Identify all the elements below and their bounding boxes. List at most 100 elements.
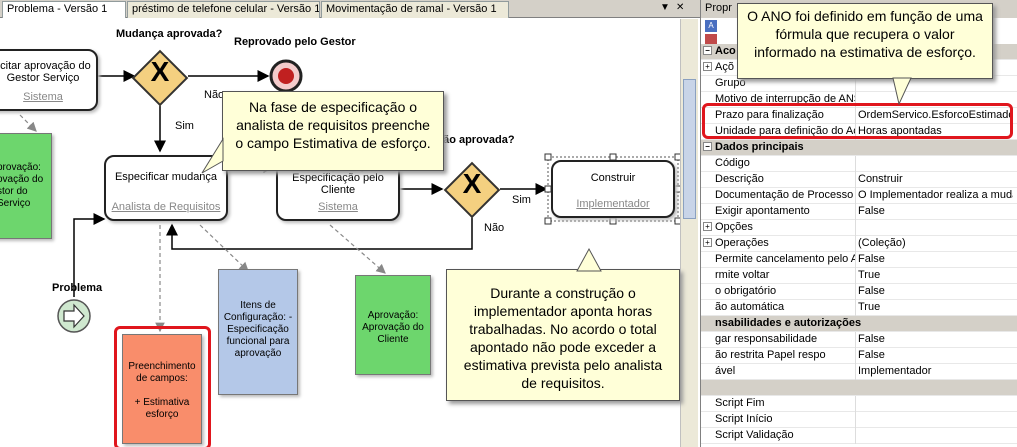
property-value[interactable]: False — [858, 333, 1013, 345]
properties-panel: Propr A − Aco + Açõ Grupo Motivo de interrupç… — [700, 0, 1017, 447]
property-value[interactable]: False — [858, 285, 1013, 297]
property-category[interactable]: − Dados principais — [701, 140, 1017, 156]
task-role: Sistema — [23, 91, 63, 103]
column-divider — [855, 188, 856, 204]
gateway-exclusive-icon: X — [462, 168, 482, 199]
property-name: Exigir apontamento — [715, 205, 810, 217]
property-name: Script Fim — [715, 397, 765, 409]
column-divider — [855, 300, 856, 316]
property-value[interactable]: False — [858, 349, 1013, 361]
task-title: licitar aprovação do Gestor Serviço — [0, 60, 91, 84]
column-divider — [855, 156, 856, 172]
callout-ano: O ANO foi definido em função de uma fórm… — [737, 3, 993, 79]
categorized-icon[interactable] — [705, 34, 717, 44]
property-row[interactable]: Documentação de Processo O Implementador … — [701, 188, 1017, 204]
column-divider — [855, 412, 856, 428]
flow-label-sim: Sim — [512, 194, 531, 206]
property-row[interactable]: Exigir apontamento False — [701, 204, 1017, 220]
property-row[interactable]: ável Implementador — [701, 364, 1017, 380]
tab-label: préstimo de telefone celular - Versão 1 — [132, 3, 320, 15]
property-value[interactable]: False — [858, 253, 1013, 265]
property-row[interactable]: o obrigatório False — [701, 284, 1017, 300]
property-row[interactable]: Permite cancelamento pelo Au False — [701, 252, 1017, 268]
flow-label-sim: Sim — [175, 120, 194, 132]
gateway-label: Mudança aprovada? — [116, 28, 223, 40]
artifact-text: Itens de Configuração: - Especificação f… — [223, 300, 293, 359]
close-tab-icon[interactable]: ✕ — [676, 2, 684, 13]
property-row[interactable]: Script Fim — [701, 396, 1017, 412]
property-name: ão automática — [715, 301, 785, 313]
flow-label-nao: Não — [484, 222, 505, 234]
task-title: Construir — [590, 172, 636, 184]
task-solicitar-aprovacao-gestor[interactable]: licitar aprovação do Gestor Serviço Sist… — [0, 49, 98, 111]
property-name: Código — [715, 157, 750, 169]
property-name: Script Validação — [715, 429, 794, 441]
property-name: Operações — [715, 237, 769, 249]
start-event-icon[interactable] — [58, 300, 90, 332]
process-diagram-canvas[interactable]: licitar aprovação do Gestor Serviço Sist… — [0, 19, 698, 447]
callout-construcao: Durante a construção o implementador apo… — [446, 269, 680, 401]
property-value[interactable]: (Coleção) — [858, 237, 1013, 249]
collapse-icon[interactable]: − — [703, 46, 712, 55]
property-name: Script Início — [715, 413, 773, 425]
tab-label: Movimentação de ramal - Versão 1 — [326, 3, 497, 15]
property-row[interactable]: Script Validação — [701, 428, 1017, 444]
collapse-icon[interactable]: − — [703, 142, 712, 151]
tab-movimentacao-ramal[interactable]: Movimentação de ramal - Versão 1 — [321, 1, 509, 18]
property-row[interactable]: + Opções — [701, 220, 1017, 236]
sort-icon[interactable]: A — [705, 20, 717, 32]
task-role: Analista de Requisitos — [111, 201, 221, 213]
property-row[interactable]: + Operações (Coleção) — [701, 236, 1017, 252]
column-divider — [855, 332, 856, 348]
property-row[interactable]: Descrição Construir — [701, 172, 1017, 188]
property-name: Documentação de Processo — [715, 189, 854, 201]
property-name: rmite voltar — [715, 269, 770, 281]
property-name: o obrigatório — [715, 285, 777, 297]
property-name: nsabilidades e autorizações — [715, 317, 862, 329]
tab-problema[interactable]: Problema - Versão 1 — [2, 1, 126, 18]
callout-text: Na fase de especificação o analista de r… — [235, 99, 431, 151]
callout-especificacao: Na fase de especificação o analista de r… — [222, 91, 444, 171]
property-value[interactable]: Implementador — [858, 365, 1013, 377]
property-row[interactable]: ão restrita Papel respo False — [701, 348, 1017, 364]
highlight-box-prazo — [702, 103, 1013, 139]
property-row[interactable]: Script Início — [701, 412, 1017, 428]
callout-text: Durante a construção o implementador apo… — [463, 285, 663, 391]
artifact-aprovacao-cliente[interactable]: Aprovação: Aprovação do Cliente — [355, 275, 431, 375]
column-divider — [855, 428, 856, 444]
start-event-label: Problema — [52, 282, 103, 294]
property-row[interactable]: rmite voltar True — [701, 268, 1017, 284]
property-value[interactable]: True — [858, 269, 1013, 281]
task-role: Sistema — [318, 201, 358, 213]
tab-list-dropdown-icon[interactable]: ▼ — [660, 2, 670, 13]
task-construir[interactable]: Construir Implementador — [551, 160, 675, 218]
property-category[interactable]: nsabilidades e autorizações — [701, 316, 1017, 332]
expand-icon[interactable]: + — [703, 222, 712, 231]
expand-icon[interactable]: + — [703, 238, 712, 247]
property-row[interactable]: ão automática True — [701, 300, 1017, 316]
highlight-box-preenchimento — [114, 326, 211, 447]
property-value[interactable]: False — [858, 205, 1013, 217]
column-divider — [855, 364, 856, 380]
column-divider — [855, 252, 856, 268]
property-category[interactable] — [701, 380, 1017, 396]
artifact-text: Aprovação: Aprovação do Cliente — [362, 310, 424, 345]
tab-label: Problema - Versão 1 — [7, 3, 108, 15]
property-row[interactable]: gar responsabilidade False — [701, 332, 1017, 348]
property-value[interactable]: Construir — [858, 173, 1013, 185]
callout-pointer — [201, 137, 224, 174]
property-value[interactable]: O Implementador realiza a mudar — [858, 189, 1013, 201]
gateway-exclusive-icon: X — [150, 56, 170, 87]
column-divider — [855, 348, 856, 364]
artifact-itens-configuracao[interactable]: Itens de Configuração: - Especificação f… — [218, 269, 298, 395]
expand-icon[interactable]: + — [703, 62, 712, 71]
tab-emprestimo-celular[interactable]: préstimo de telefone celular - Versão 1 — [127, 1, 320, 18]
property-name: Descrição — [715, 173, 764, 185]
column-divider — [855, 268, 856, 284]
property-name: Permite cancelamento pelo Au — [715, 253, 855, 265]
property-value[interactable]: True — [858, 301, 1013, 313]
property-row[interactable]: Código — [701, 156, 1017, 172]
canvas-vertical-scrollbar[interactable] — [680, 19, 698, 447]
artifact-aprovacao-gestor[interactable]: provação: ovação do stor do Serviço — [0, 133, 52, 239]
scrollbar-thumb[interactable] — [683, 79, 696, 219]
